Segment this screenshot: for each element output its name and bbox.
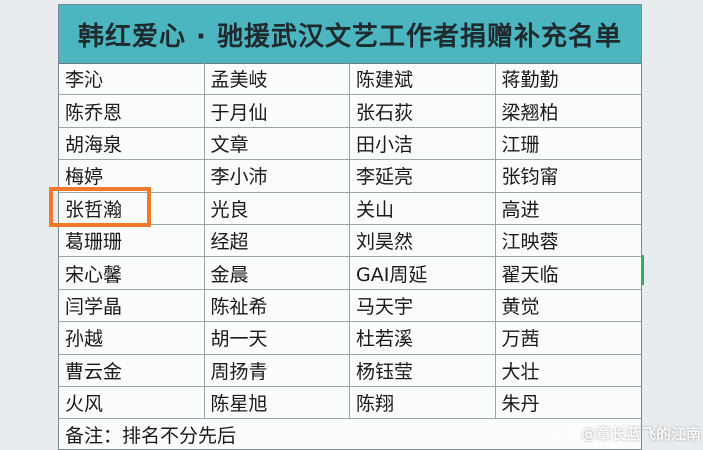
name-cell: 宋心馨 [59, 257, 205, 289]
name-cell: 周扬青 [205, 354, 350, 386]
table-row: 胡海泉 文章 田小洁 江珊 [59, 127, 641, 161]
name-cell: 大壮 [501, 360, 540, 383]
watermark-text: @章长蓝飞的江南 [580, 425, 701, 443]
name-cell: 江珊 [501, 133, 540, 156]
name-cell: 关山 [350, 192, 496, 224]
name-cell: 孙越 [59, 322, 205, 354]
highlight-box [49, 187, 151, 227]
name-cell: 马天宇 [350, 289, 496, 322]
name-cell: 李沁 [59, 63, 205, 95]
name-cell: 朱丹 [501, 393, 540, 416]
table-row: 曹云金 周扬青 杨钰莹 大壮 [59, 354, 641, 387]
list-title: 韩红爱心 · 驰援武汉文艺工作者捐赠补充名单 [59, 5, 641, 64]
table-row: 宋心馨 金晨 GAI周延 翟天临 [59, 257, 641, 290]
footnote: 备注：排名不分先后 [65, 424, 237, 447]
name-cell: 陈祉希 [205, 289, 350, 322]
name-cell: 孟美岐 [205, 63, 350, 95]
name-cell: 李延亮 [350, 160, 496, 192]
name-cell: 田小洁 [350, 127, 496, 160]
table-row: 陈乔恩 于月仙 张石荻 梁翘柏 [59, 95, 641, 128]
name-cell: 陈乔恩 [59, 95, 205, 127]
name-cell: 万茜 [501, 328, 540, 351]
name-cell: 葛珊珊 [59, 224, 205, 257]
name-cell: 文章 [205, 127, 350, 160]
names-table: 李沁 孟美岐 陈建斌 蒋勤勤 陈乔恩 于月仙 张石荻 梁翘柏 胡海泉 文章 田小… [59, 63, 641, 420]
name-cell: 翟天临 [501, 263, 559, 286]
name-cell: 陈星旭 [205, 386, 350, 419]
name-cell: 梁翘柏 [501, 101, 559, 124]
name-cell: 胡一天 [205, 322, 350, 354]
cell-edge-mark [642, 255, 644, 285]
name-cell: 张石荻 [350, 95, 496, 127]
name-cell: 于月仙 [205, 95, 350, 127]
name-cell: 胡海泉 [59, 127, 205, 160]
donor-list-sheet: 韩红爱心 · 驰援武汉文艺工作者捐赠补充名单 李沁 孟美岐 陈建斌 蒋勤勤 陈乔… [58, 4, 642, 450]
name-cell: 陈翔 [350, 386, 496, 419]
name-cell: 杜若溪 [350, 322, 496, 354]
table-row: 孙越 胡一天 杜若溪 万茜 [59, 322, 641, 355]
name-cell: 闫学晶 [59, 289, 205, 322]
table-row: 葛珊珊 经超 刘昊然 江映蓉 [59, 224, 641, 258]
name-cell: 黄觉 [501, 295, 540, 318]
table-row: 火风 陈星旭 陈翔 朱丹 [59, 386, 641, 420]
name-cell: 刘昊然 [350, 224, 496, 257]
name-cell: 江映蓉 [501, 231, 559, 254]
name-cell: 李小沛 [205, 160, 350, 192]
table-row: 闫学晶 陈祉希 马天宇 黄觉 [59, 289, 641, 323]
weibo-logo-icon [556, 426, 576, 442]
name-cell: 火风 [59, 386, 205, 419]
name-cell: 杨钰莹 [350, 354, 496, 386]
table-row: 李沁 孟美岐 陈建斌 蒋勤勤 [59, 63, 641, 96]
name-cell: 光良 [205, 192, 350, 224]
name-cell: 金晨 [205, 257, 350, 289]
weibo-watermark: @章长蓝飞的江南 [556, 423, 701, 444]
name-cell: GAI周延 [350, 257, 496, 289]
name-cell: 曹云金 [59, 354, 205, 386]
name-cell: 经超 [205, 224, 350, 257]
name-cell: 张钧甯 [501, 166, 559, 189]
name-cell: 蒋勤勤 [501, 69, 559, 92]
name-cell: 高进 [501, 198, 540, 221]
name-cell: 陈建斌 [350, 63, 496, 95]
